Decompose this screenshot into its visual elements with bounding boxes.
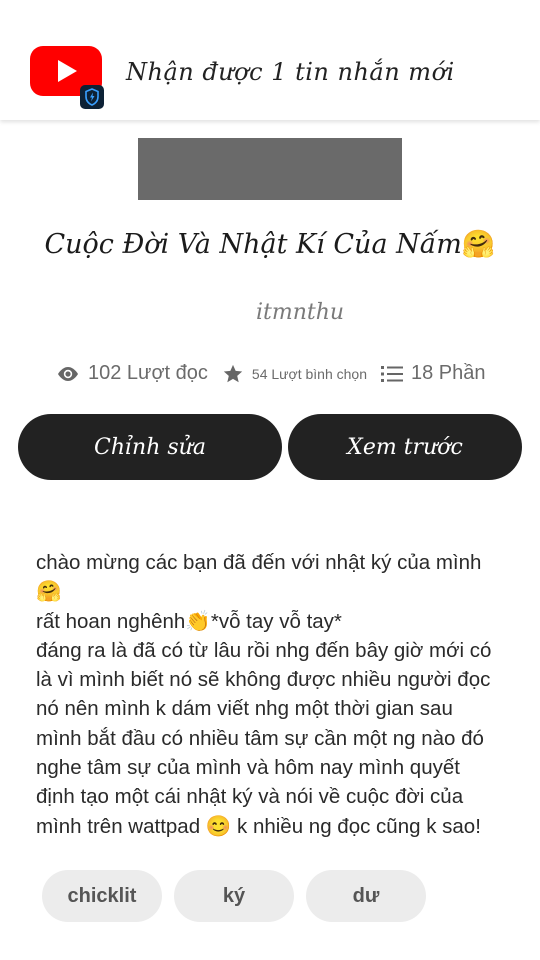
votes-count: 54 Lượt bình chọn [251,365,367,382]
tag-chicklit[interactable]: chicklit [42,870,162,922]
reads-stat: 102 Lượt đọc [56,362,208,385]
parts-stat: 18 Phần [381,362,486,385]
description-line: định tạo một cái nhật ký và nói về cuộc … [36,785,464,809]
description-line: mình bắt đầu có nhiều tâm sự cần một ng … [36,726,484,750]
list-icon [381,365,403,382]
description-line: đáng ra là đã có từ lâu rồi nhg đến bây … [36,638,492,662]
tag-ky[interactable]: ký [174,870,294,922]
votes-stat: 54 Lượt bình chọn [222,363,367,385]
description-line: chào mừng các bạn đã đến với nhật ký của… [36,551,482,574]
preview-button[interactable]: Xem trước [288,414,522,480]
shield-icon [80,85,104,109]
story-author[interactable]: itmnthu [0,300,540,325]
notification-text: Nhận được 1 tin nhắn mới [126,58,455,86]
description-line: nghe tâm sự của mình và hôm nay mình quy… [36,756,460,780]
story-stats: 102 Lượt đọc 54 Lượt bình chọn 18 Phần [56,362,500,385]
story-title: Cuộc Đời Và Nhật Kí Của Nấm🤗 [0,228,540,260]
description-line: nó nên mình k dám viết nhg một thời gian… [36,697,453,721]
description-line: mình trên wattpad 😊 k nhiều ng đọc cũng … [36,814,481,838]
story-description: chào mừng các bạn đã đến với nhật ký của… [36,548,506,841]
description-line: 🤗 [36,580,62,604]
star-icon [223,364,243,382]
description-line: là vì mình biết nó sẽ không được nhiều n… [36,668,491,692]
story-cover-image[interactable] [138,138,402,200]
story-title-text: Cuộc Đời Và Nhật Kí Của Nấm [44,229,462,260]
notification-banner[interactable]: Nhận được 1 tin nhắn mới [0,0,540,120]
tag-du[interactable]: dư [306,870,426,922]
edit-button[interactable]: Chỉnh sửa [18,414,282,480]
hug-emoji: 🤗 [461,229,496,260]
description-line: rất hoan nghênh👏*vỗ tay vỗ tay* [36,609,342,633]
parts-count: 18 Phần [411,362,486,384]
story-tags: chicklit ký dư [42,870,438,922]
eye-icon [58,366,78,381]
reads-count: 102 Lượt đọc [88,362,208,384]
